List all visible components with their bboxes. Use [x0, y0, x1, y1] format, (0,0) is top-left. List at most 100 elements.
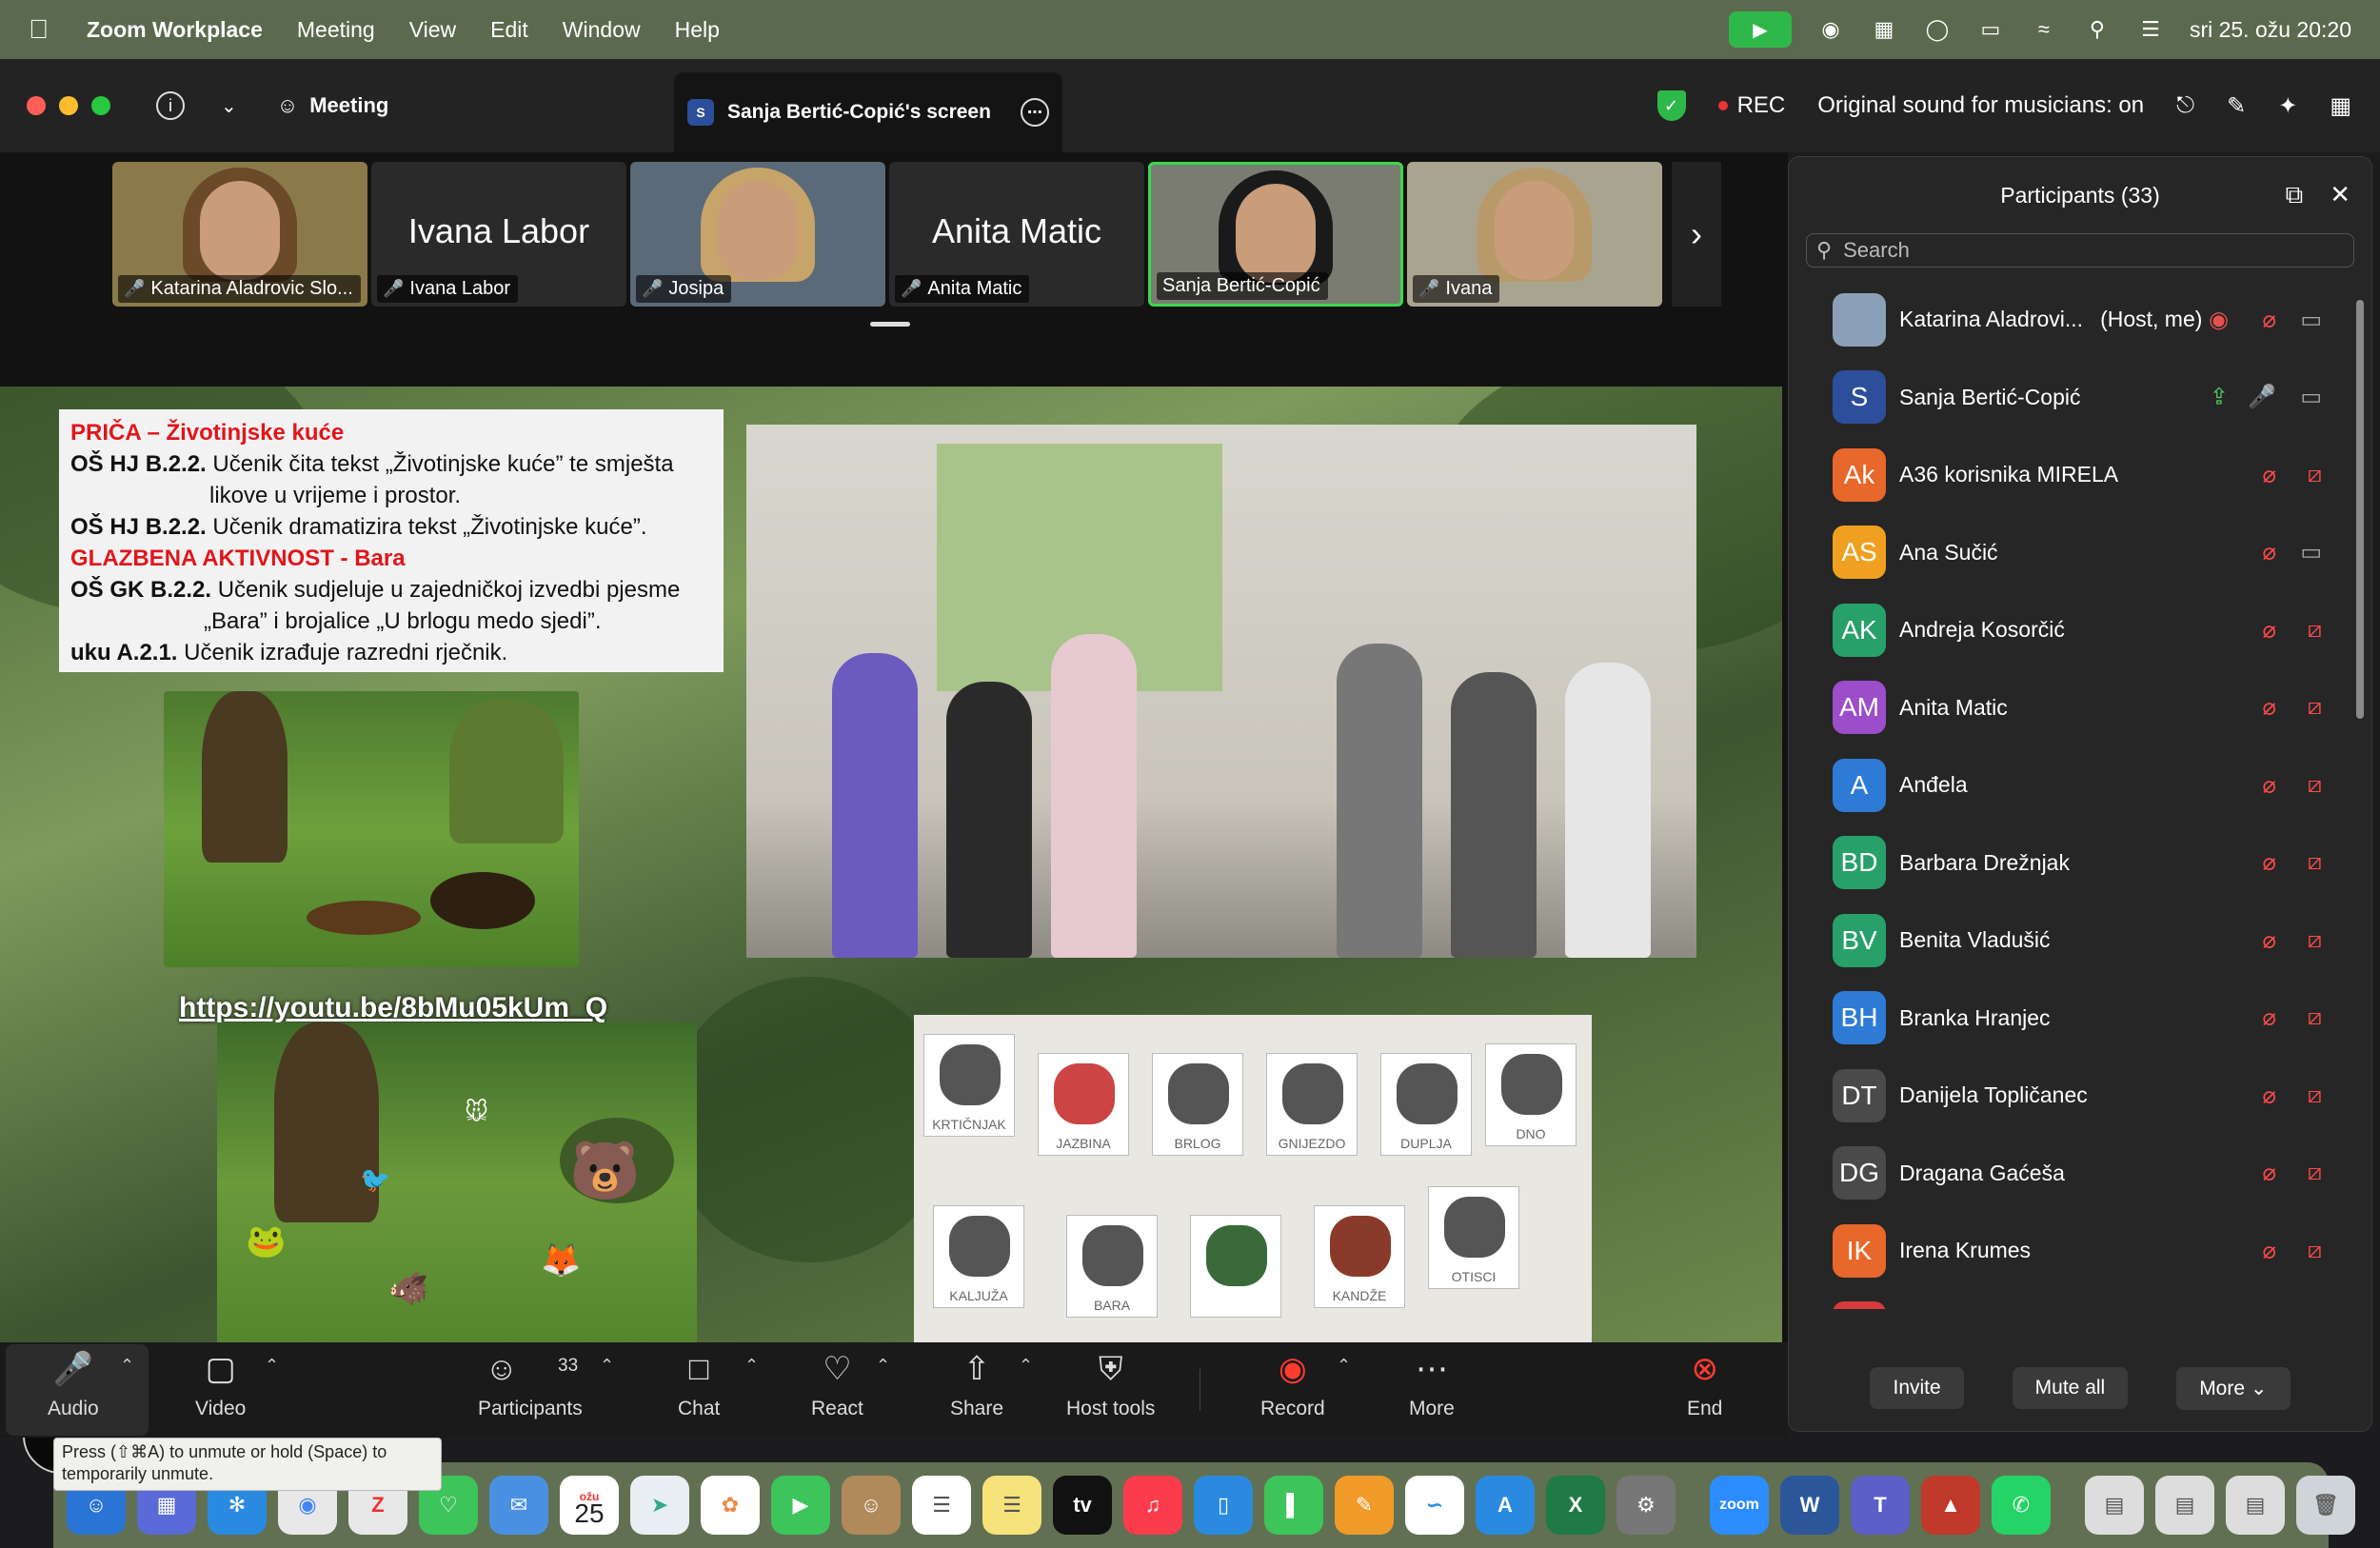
keynote-icon[interactable]: ▯	[1194, 1476, 1253, 1535]
document-thumbnail-icon[interactable]: ▤	[2155, 1476, 2214, 1535]
participant-row[interactable]: S Sanja Bertić-Copić ⇪ 🎤 ▭	[1789, 359, 2371, 437]
invite-button[interactable]: Invite	[1870, 1367, 1964, 1409]
video-tile[interactable]: 🎤 Katarina Aladrovic Slo...	[112, 162, 367, 307]
participant-row[interactable]: AS Ana Sučić ⌀ ▭	[1789, 514, 2371, 592]
trash-icon[interactable]: 🗑	[2296, 1476, 2355, 1535]
participants-options-caret-icon[interactable]: ⌃	[600, 1356, 614, 1376]
more-options-icon[interactable]: ⋯	[1021, 98, 1049, 127]
video-off-icon[interactable]: ⧄	[2308, 1160, 2322, 1186]
pages-icon[interactable]: ✎	[1335, 1476, 1394, 1535]
word-icon[interactable]: W	[1780, 1476, 1839, 1535]
zoom-camera-status-icon[interactable]: ▶	[1728, 11, 1792, 48]
mic-muted-icon[interactable]: ⌀	[2263, 1160, 2276, 1187]
video-camera-icon[interactable]: ▭	[2300, 539, 2322, 566]
zoom-app-icon[interactable]: zoom	[1710, 1476, 1769, 1535]
react-options-caret-icon[interactable]: ⌃	[876, 1356, 890, 1376]
video-off-icon[interactable]: ⧄	[2308, 1082, 2322, 1109]
minimize-window-button[interactable]	[59, 96, 78, 115]
menu-view[interactable]: View	[409, 17, 456, 43]
strip-resize-handle[interactable]	[870, 322, 910, 327]
mic-muted-icon[interactable]: ⌀	[2263, 1082, 2276, 1109]
mic-muted-icon[interactable]: ⌀	[2263, 616, 2276, 644]
participant-row[interactable]: A Anđela ⌀ ⧄	[1789, 746, 2371, 824]
menu-meeting[interactable]: Meeting	[297, 17, 375, 43]
app-store-icon[interactable]: A	[1476, 1476, 1535, 1535]
chevron-right-icon[interactable]: ›	[1672, 162, 1721, 307]
creative-cloud-icon[interactable]: ◉	[1816, 15, 1845, 44]
share-options-caret-icon[interactable]: ⌃	[1019, 1356, 1033, 1376]
menu-edit[interactable]: Edit	[490, 17, 528, 43]
system-settings-icon[interactable]: ⚙	[1616, 1476, 1676, 1535]
audio-options-caret-icon[interactable]: ⌃	[120, 1356, 134, 1376]
react-button[interactable]: ♡ React	[811, 1348, 863, 1420]
video-off-icon[interactable]: ⧄	[2308, 1004, 2322, 1031]
participant-row[interactable]: AM Anita Matic ⌀ ⧄	[1789, 669, 2371, 747]
apple-menu-icon[interactable]: 	[29, 14, 49, 45]
zoom-window-button[interactable]	[91, 96, 110, 115]
video-tile[interactable]: 🎤 Josipa	[630, 162, 885, 307]
video-tile[interactable]: Anita Matic 🎤 Anita Matic	[889, 162, 1144, 307]
share-button[interactable]: ⇧ Share	[950, 1348, 1003, 1420]
video-camera-icon[interactable]: ▭	[2300, 384, 2322, 411]
participants-scrollbar[interactable]	[2356, 300, 2364, 719]
battery-icon[interactable]: ▭	[1976, 15, 2005, 44]
end-meeting-button[interactable]: ⊗ End	[1687, 1348, 1722, 1420]
photos-icon[interactable]: ✿	[701, 1476, 760, 1535]
video-off-icon[interactable]: ⧄	[2308, 849, 2322, 876]
notes-icon[interactable]: ☰	[982, 1476, 1041, 1535]
menu-help[interactable]: Help	[675, 17, 720, 43]
video-tile-active-speaker[interactable]: Sanja Bertić-Copić	[1148, 162, 1403, 307]
participant-row[interactable]: AK Andreja Kosorčić ⌀ ⧄	[1789, 591, 2371, 669]
mic-muted-icon[interactable]: ⌀	[2263, 539, 2276, 566]
mic-muted-icon[interactable]: ⌀	[2263, 771, 2276, 799]
participant-row[interactable]: BH Branka Hranjec ⌀ ⧄	[1789, 980, 2371, 1058]
video-off-icon[interactable]: ⧄	[2308, 772, 2322, 799]
music-icon[interactable]: ♫	[1123, 1476, 1182, 1535]
participant-row[interactable]: IK Irena Krumes ⌀ ⧄	[1789, 1212, 2371, 1290]
wifi-icon[interactable]: ≈	[2030, 15, 2058, 44]
original-sound-status[interactable]: Original sound for musicians: on	[1817, 92, 2144, 119]
more-toolbar-button[interactable]: ⋯ More	[1409, 1348, 1455, 1420]
meeting-info-icon[interactable]: i	[156, 91, 185, 120]
excel-icon[interactable]: X	[1546, 1476, 1605, 1535]
video-off-icon[interactable]: ⧄	[2308, 617, 2322, 644]
participants-search[interactable]: ⚲ Search	[1806, 233, 2354, 268]
chat-options-caret-icon[interactable]: ⌃	[744, 1356, 759, 1376]
menubar-clock[interactable]: sri 25. ožu 20:20	[2190, 17, 2351, 43]
audio-button[interactable]: 🎤 Audio	[48, 1348, 99, 1420]
mic-icon[interactable]: 🎤	[2248, 384, 2276, 411]
video-off-icon[interactable]: ⧄	[2308, 462, 2322, 488]
apple-tv-icon[interactable]: tv	[1053, 1476, 1112, 1535]
participant-row[interactable]: IIvana⌀▭	[1789, 1290, 2371, 1309]
mic-muted-icon[interactable]: ⌀	[2263, 926, 2276, 954]
chat-button[interactable]: □ Chat	[678, 1348, 720, 1420]
video-button[interactable]: ▢ Video	[195, 1348, 246, 1420]
record-options-caret-icon[interactable]: ⌃	[1337, 1356, 1351, 1376]
document-thumbnail-icon[interactable]: ▤	[2085, 1476, 2144, 1535]
teams-icon[interactable]: T	[1851, 1476, 1910, 1535]
video-off-icon[interactable]: ⧄	[2308, 927, 2322, 954]
mic-muted-icon[interactable]: ⌀	[2263, 849, 2276, 877]
close-icon[interactable]: ✕	[2330, 180, 2350, 210]
participant-row[interactable]: BV Benita Vladušić ⌀ ⧄	[1789, 902, 2371, 980]
shared-screen-tab[interactable]: S Sanja Bertić-Copić's screen ⋯	[674, 72, 1062, 152]
mic-muted-icon[interactable]: ⌀	[2263, 306, 2276, 333]
participant-row[interactable]: DT Danijela Topličanec ⌀ ⧄	[1789, 1057, 2371, 1135]
mic-muted-icon[interactable]: ⌀	[2263, 1237, 2276, 1264]
maps-icon[interactable]: ➤	[630, 1476, 689, 1535]
shared-screen[interactable]: PRIČA – Životinjske kuće OŠ HJ B.2.2. Uč…	[0, 387, 1782, 1342]
facetime-icon[interactable]: ▶	[771, 1476, 830, 1535]
meeting-tab[interactable]: ☺ Meeting	[277, 93, 389, 118]
chevron-down-icon[interactable]: ⌄	[221, 94, 237, 118]
menu-window[interactable]: Window	[563, 17, 641, 43]
reminders-icon[interactable]: ☰	[912, 1476, 971, 1535]
extensions-icon[interactable]: ▦	[1870, 15, 1898, 44]
participant-row[interactable]: BD Barbara Drežnjak ⌀ ⧄	[1789, 824, 2371, 903]
mic-muted-icon[interactable]: ⌀	[2263, 1004, 2276, 1032]
numbers-icon[interactable]: ▌	[1264, 1476, 1323, 1535]
document-thumbnail-icon[interactable]: ▤	[2226, 1476, 2285, 1535]
participant-row[interactable]: Katarina Aladrovi... (Host, me) ◉ ⌀ ▭	[1789, 281, 2371, 359]
pdf-reader-icon[interactable]: ▲	[1921, 1476, 1980, 1535]
ai-companion-icon[interactable]: ✦	[2278, 92, 2297, 120]
control-center-icon[interactable]: ☰	[2136, 15, 2165, 44]
